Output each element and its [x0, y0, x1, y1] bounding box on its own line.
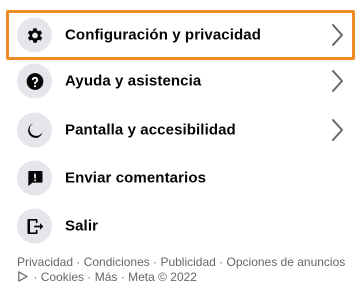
- menu-item-label: Ayuda y asistencia: [65, 72, 202, 90]
- account-menu-panel: Configuración y privacidad Ayuda y asist…: [0, 0, 361, 298]
- logout-icon: [17, 208, 52, 244]
- cookies-link[interactable]: Cookies: [41, 270, 84, 284]
- menu-item-label: Pantalla y accesibilidad: [65, 121, 236, 139]
- menu-item-send-feedback[interactable]: Enviar comentarios: [0, 155, 361, 201]
- privacy-link[interactable]: Privacidad: [17, 255, 73, 269]
- separator: ·: [120, 270, 129, 284]
- menu-item-label: Salir: [65, 217, 99, 235]
- copyright-text: Meta © 2022: [128, 270, 197, 284]
- feedback-icon: [17, 160, 52, 196]
- chevron-right-icon: [330, 69, 344, 93]
- ad-choices-link[interactable]: Opciones de anuncios: [227, 255, 346, 269]
- more-link[interactable]: Más: [95, 270, 118, 284]
- separator: ·: [87, 270, 95, 284]
- separator: ·: [33, 270, 41, 284]
- menu-item-logout[interactable]: Salir: [0, 203, 361, 249]
- moon-icon: [17, 112, 52, 148]
- separator: ·: [219, 255, 227, 269]
- highlight-outline: [6, 10, 355, 60]
- advertising-link[interactable]: Publicidad: [160, 255, 215, 269]
- chevron-right-icon: [330, 118, 344, 142]
- menu-item-display-accessibility[interactable]: Pantalla y accesibilidad: [0, 107, 361, 153]
- menu-item-help-support[interactable]: Ayuda y asistencia: [0, 58, 361, 104]
- footer-links: Privacidad · Condiciones · Publicidad · …: [17, 255, 357, 285]
- menu-item-label: Enviar comentarios: [65, 169, 207, 187]
- separator: ·: [76, 255, 84, 269]
- ad-choices-icon: [17, 271, 28, 282]
- question-icon: [17, 63, 52, 99]
- terms-link[interactable]: Condiciones: [84, 255, 150, 269]
